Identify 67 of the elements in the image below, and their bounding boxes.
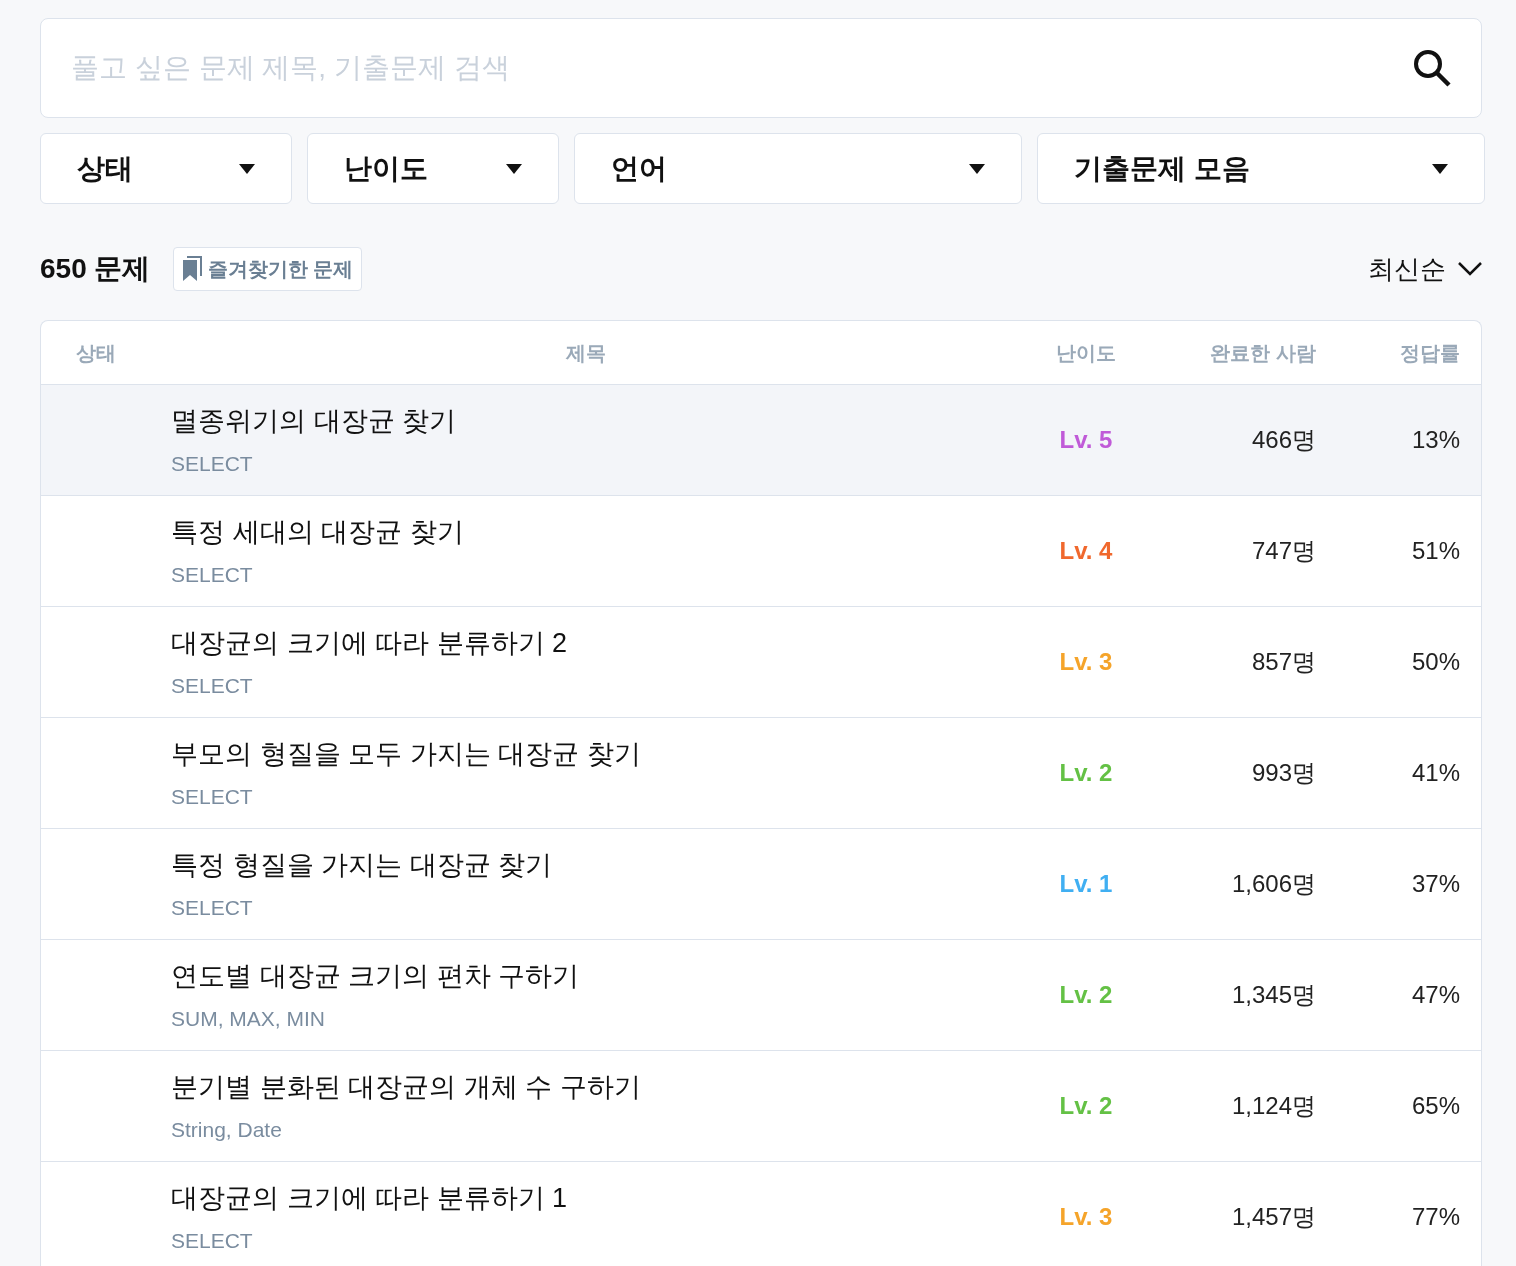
caret-icon bbox=[969, 163, 985, 174]
highlighted-row[interactable]: 멸종위기의 대장균 찾기 SELECT Lv. 5 466명 13% bbox=[41, 385, 1481, 496]
completed-count: 1,606명 bbox=[1230, 869, 1316, 899]
filter-dropdown[interactable]: 언어 bbox=[574, 133, 1022, 204]
completed-count: 1,345명 bbox=[1230, 980, 1316, 1010]
problem-tags: SELECT bbox=[171, 558, 1000, 590]
problem-title[interactable]: 분기별 분화된 대장균의 개체 수 구하기 bbox=[171, 1067, 1000, 1108]
completed-count: 1,457명 bbox=[1230, 1202, 1316, 1232]
difficulty-level: Lv. 5 bbox=[1058, 425, 1114, 455]
accuracy-rate: 41% bbox=[1410, 758, 1461, 788]
completed-count: 747명 bbox=[1250, 536, 1316, 566]
table-row[interactable]: 연도별 대장균 크기의 편차 구하기 SUM, MAX, MIN Lv. 2 1,345명 47% bbox=[41, 940, 1481, 1051]
column-header: 완료한 사람 bbox=[1209, 340, 1316, 366]
filter-dropdown[interactable]: 기출문제 모음 bbox=[1037, 133, 1485, 204]
bookmark-icon bbox=[181, 256, 204, 282]
problem-tags: SELECT bbox=[171, 447, 1000, 479]
table-row[interactable]: 대장균의 크기에 따라 분류하기 2 SELECT Lv. 3 857명 50% bbox=[41, 607, 1481, 718]
difficulty-level: Lv. 4 bbox=[1058, 536, 1114, 566]
accuracy-rate: 51% bbox=[1410, 536, 1461, 566]
caret-icon bbox=[1432, 163, 1448, 174]
caret-icon bbox=[506, 163, 522, 174]
problem-tags: String, Date bbox=[171, 1113, 1000, 1145]
sort-dropdown[interactable]: 최신순 bbox=[1368, 249, 1482, 289]
table-row[interactable]: 특정 세대의 대장균 찾기 SELECT Lv. 4 747명 51% bbox=[41, 496, 1481, 607]
problem-tags: SELECT bbox=[171, 1224, 1000, 1256]
bookmark-filter-button[interactable]: 즐겨찾기한 문제 bbox=[172, 247, 363, 291]
accuracy-rate: 77% bbox=[1410, 1202, 1461, 1232]
chevron-down-icon bbox=[1458, 262, 1482, 276]
problem-title[interactable]: 특정 형질을 가지는 대장균 찾기 bbox=[171, 845, 1000, 886]
completed-count: 993명 bbox=[1250, 758, 1316, 788]
table-row[interactable]: 대장균의 크기에 따라 분류하기 1 SELECT Lv. 3 1,457명 77% bbox=[41, 1162, 1481, 1266]
accuracy-rate: 37% bbox=[1410, 869, 1461, 899]
problem-title[interactable]: 대장균의 크기에 따라 분류하기 1 bbox=[171, 1178, 1000, 1219]
filter-dropdown[interactable]: 난이도 bbox=[307, 133, 559, 204]
problem-title[interactable]: 특정 세대의 대장균 찾기 bbox=[171, 512, 1000, 553]
problem-tags: SELECT bbox=[171, 780, 1000, 812]
problem-title[interactable]: 멸종위기의 대장균 찾기 bbox=[171, 401, 1000, 442]
difficulty-level: Lv. 3 bbox=[1058, 647, 1114, 677]
table-row[interactable]: 부모의 형질을 모두 가지는 대장균 찾기 SELECT Lv. 2 993명 41% bbox=[41, 718, 1481, 829]
problem-tags: SELECT bbox=[171, 669, 1000, 701]
table-row[interactable]: 분기별 분화된 대장균의 개체 수 구하기 String, Date Lv. 2 1,124명 65% bbox=[41, 1051, 1481, 1162]
difficulty-level: Lv. 3 bbox=[1058, 1202, 1114, 1232]
problem-title[interactable]: 연도별 대장균 크기의 편차 구하기 bbox=[171, 956, 1000, 997]
problem-count: 650 문제 bbox=[40, 252, 151, 286]
completed-count: 857명 bbox=[1250, 647, 1316, 677]
difficulty-level: Lv. 2 bbox=[1058, 1091, 1114, 1121]
problem-title[interactable]: 부모의 형질을 모두 가지는 대장균 찾기 bbox=[171, 734, 1000, 775]
caret-icon bbox=[239, 163, 255, 174]
column-header: 상태 bbox=[75, 340, 117, 366]
completed-count: 1,124명 bbox=[1230, 1091, 1316, 1121]
completed-count: 466명 bbox=[1250, 425, 1316, 455]
accuracy-rate: 65% bbox=[1410, 1091, 1461, 1121]
table-row[interactable]: 특정 형질을 가지는 대장균 찾기 SELECT Lv. 1 1,606명 37% bbox=[41, 829, 1481, 940]
problem-tags: SUM, MAX, MIN bbox=[171, 1002, 1000, 1034]
accuracy-rate: 13% bbox=[1410, 425, 1461, 455]
column-header: 제목 bbox=[564, 340, 607, 366]
search-icon[interactable] bbox=[1412, 48, 1452, 88]
accuracy-rate: 50% bbox=[1410, 647, 1461, 677]
filter-dropdown[interactable]: 상태 bbox=[40, 133, 292, 204]
accuracy-rate: 47% bbox=[1410, 980, 1461, 1010]
difficulty-level: Lv. 2 bbox=[1058, 980, 1114, 1010]
problem-tags: SELECT bbox=[171, 891, 1000, 923]
problem-title[interactable]: 대장균의 크기에 따라 분류하기 2 bbox=[171, 623, 1000, 664]
difficulty-level: Lv. 2 bbox=[1058, 758, 1114, 788]
column-header: 정답률 bbox=[1399, 340, 1461, 366]
difficulty-level: Lv. 1 bbox=[1058, 869, 1114, 899]
column-header: 난이도 bbox=[1055, 340, 1117, 366]
